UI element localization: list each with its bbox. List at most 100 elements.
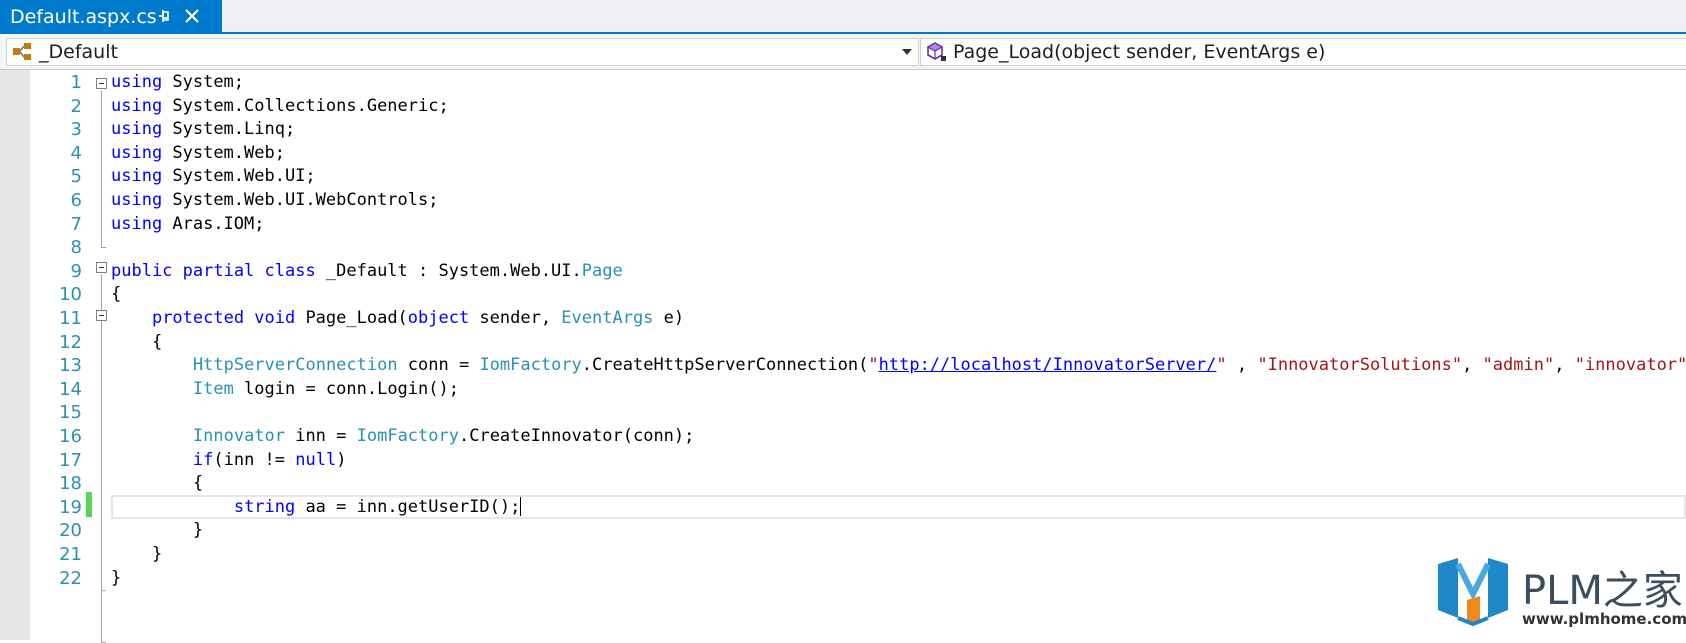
code-token: using <box>111 142 163 163</box>
code-line[interactable]: 16 Innovator inn = IomFactory.CreateInnov… <box>0 424 1686 450</box>
close-icon[interactable] <box>183 7 201 25</box>
chevron-down-icon[interactable] <box>902 49 912 55</box>
line-number: 4 <box>70 142 82 164</box>
code-line[interactable]: 9 public partial class _Default : System.W… <box>0 259 1686 285</box>
code-line[interactable]: 4 using System.Web; <box>0 141 1686 167</box>
code-line[interactable]: 14 Item login = conn.Login(); <box>0 377 1686 403</box>
code-token: Item <box>192 378 234 399</box>
code-token: using <box>111 166 163 187</box>
code-text: public partial class _Default : System.We… <box>111 259 623 285</box>
code-line[interactable]: 17 if(inn != null) <box>0 448 1686 474</box>
code-text: { <box>111 330 162 356</box>
code-token: using <box>111 72 163 92</box>
class-icon <box>13 43 31 60</box>
code-text: } <box>111 542 162 568</box>
code-token: IomFactory <box>479 355 582 376</box>
code-line[interactable]: 5 using System.Web.UI; <box>0 164 1686 190</box>
line-number: 10 <box>59 284 82 306</box>
code-token: Innovator <box>192 426 286 446</box>
code-line[interactable]: 11 protected void Page_Load(object sender,… <box>0 306 1686 332</box>
line-number: 8 <box>70 237 82 259</box>
pin-icon[interactable] <box>155 7 173 25</box>
tab-title: Default.aspx.cs <box>10 6 157 28</box>
collapse-toggle-class[interactable] <box>96 262 107 273</box>
code-line[interactable]: 7 using Aras.IOM; <box>0 212 1686 238</box>
line-number: 3 <box>70 119 82 141</box>
code-text: using System.Web; <box>111 141 285 167</box>
code-text: } <box>111 518 203 544</box>
code-token: ) <box>336 449 347 470</box>
change-tracking-bar <box>86 492 92 517</box>
line-number: 21 <box>59 544 82 565</box>
code-token: { <box>111 473 204 494</box>
code-line[interactable]: 6 using System.Web.UI.WebControls; <box>0 188 1686 214</box>
code-token: "innovator" <box>1574 355 1686 376</box>
line-number: 11 <box>59 308 82 329</box>
code-line[interactable]: 2 using System.Collections.Generic; <box>0 94 1686 120</box>
code-line[interactable]: 13 HttpServerConnection conn = IomFactory… <box>0 353 1686 379</box>
code-token: System.Collections.Generic; <box>172 95 449 116</box>
code-text: { <box>111 282 121 308</box>
document-tab[interactable]: Default.aspx.cs <box>0 0 222 34</box>
code-token: System.Web.UI.WebControls; <box>172 190 439 210</box>
code-token: " <box>868 355 879 376</box>
code-text: using System.Web.UI; <box>111 164 316 190</box>
line-number: 15 <box>59 402 82 424</box>
code-token: login = conn.Login(); <box>244 378 459 399</box>
code-token: } <box>111 520 204 541</box>
code-text: using System.Linq; <box>111 117 295 143</box>
code-text: using System.Collections.Generic; <box>111 94 449 120</box>
code-line[interactable]: 18 { <box>0 471 1686 497</box>
code-token: using <box>111 95 163 116</box>
line-number: 12 <box>59 331 82 353</box>
code-line[interactable]: 15 <box>0 400 1686 426</box>
line-number: 13 <box>59 355 82 377</box>
code-token: } <box>111 544 163 564</box>
code-token: { <box>111 331 163 352</box>
method-icon <box>926 42 946 61</box>
code-token: sender, <box>479 308 562 328</box>
code-token: } <box>111 567 122 588</box>
document-tab-strip: Default.aspx.cs <box>0 0 1686 34</box>
code-token: Page <box>581 260 623 281</box>
code-token: HttpServerConnection <box>192 355 398 376</box>
code-token: IomFactory <box>356 426 459 446</box>
code-token: System.Web.UI; <box>172 166 316 187</box>
class-dropdown[interactable]: _Default <box>6 38 919 66</box>
line-number: 17 <box>59 449 82 471</box>
line-number: 19 <box>59 496 82 518</box>
collapse-toggle-usings[interactable] <box>96 78 107 89</box>
code-token: conn = <box>407 355 480 376</box>
code-token: .CreateInnovator(conn); <box>458 426 695 446</box>
line-number: 9 <box>70 260 82 282</box>
code-token: using <box>111 190 163 210</box>
code-line[interactable]: 12 { <box>0 330 1686 356</box>
code-token: EventArgs <box>561 308 654 328</box>
line-number: 2 <box>70 95 82 117</box>
outline-guide <box>101 90 102 247</box>
line-number: 22 <box>59 567 82 589</box>
collapse-toggle-method[interactable] <box>96 310 107 321</box>
class-dropdown-value: _Default <box>39 41 118 63</box>
code-token: System; <box>172 72 245 92</box>
code-line[interactable]: 10 { <box>0 282 1686 308</box>
code-token: public partial class <box>111 260 316 281</box>
code-line[interactable]: 8 <box>0 235 1686 261</box>
code-line[interactable]: 20 } <box>0 518 1686 544</box>
url-link[interactable]: http://localhost/InnovatorServer/ <box>879 355 1217 375</box>
line-number: 18 <box>59 473 82 495</box>
plmhome-logo-icon <box>1438 558 1508 626</box>
code-token: , <box>1226 355 1258 376</box>
code-text: if(inn != null) <box>111 448 347 474</box>
code-line[interactable]: 1 using System; <box>0 70 1686 96</box>
code-text: Item login = conn.Login(); <box>111 377 459 403</box>
code-token: null <box>295 449 337 470</box>
watermark-url: www.plmhome.com <box>1522 610 1686 628</box>
code-token: " <box>1216 355 1227 376</box>
code-line[interactable]: 3 using System.Linq; <box>0 117 1686 143</box>
member-dropdown[interactable]: Page_Load(object sender, EventArgs e) <box>920 38 1686 66</box>
code-token: Aras.IOM; <box>172 213 265 234</box>
